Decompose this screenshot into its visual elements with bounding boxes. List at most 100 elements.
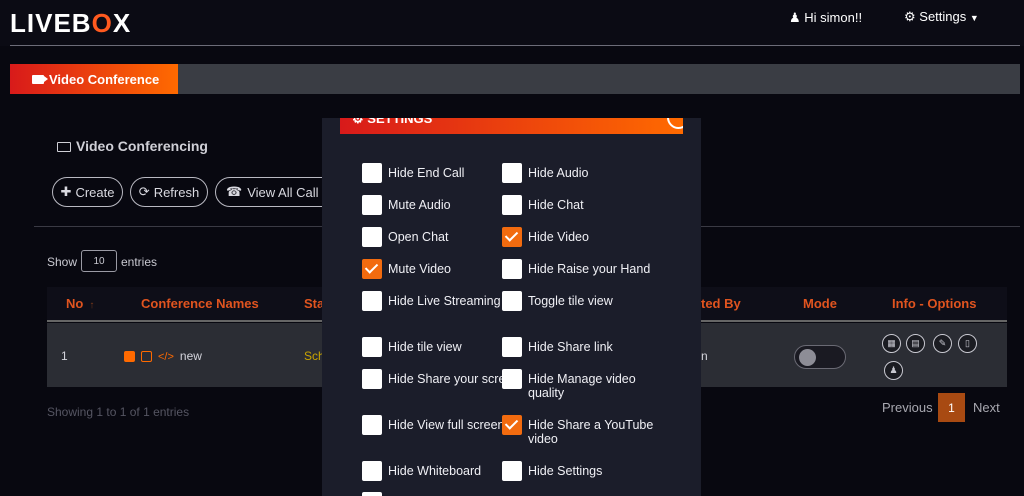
checkbox[interactable] bbox=[502, 163, 522, 183]
checkbox[interactable] bbox=[502, 337, 522, 357]
user-icon: ♟ bbox=[789, 10, 801, 25]
checkbox[interactable] bbox=[362, 195, 382, 215]
settings-option-label: Mute Video bbox=[388, 262, 452, 276]
checkbox[interactable] bbox=[362, 163, 382, 183]
settings-option-label: Hide Live Streaming bbox=[388, 294, 501, 308]
checkbox[interactable] bbox=[362, 337, 382, 357]
settings-option[interactable]: Hide Manage video quality bbox=[502, 369, 660, 400]
settings-option[interactable]: Hide Settings bbox=[502, 461, 660, 481]
settings-option[interactable]: Hide Live Streaming bbox=[362, 291, 520, 311]
column-header-created-by[interactable]: ted By bbox=[701, 296, 741, 311]
column-header-conference-names[interactable]: Conference Names bbox=[141, 296, 259, 311]
checkbox[interactable] bbox=[362, 415, 382, 435]
report-icon[interactable]: ▤ bbox=[906, 334, 925, 353]
create-button[interactable]: ✚ Create bbox=[52, 177, 123, 207]
caret-down-icon: ▼ bbox=[969, 13, 979, 23]
settings-option[interactable]: Mute Audio bbox=[362, 195, 520, 215]
gear-icon: ⚙ bbox=[904, 9, 916, 24]
checkbox[interactable] bbox=[502, 195, 522, 215]
settings-option[interactable]: Hide End Call bbox=[362, 163, 520, 183]
refresh-button[interactable]: ⟳ Refresh bbox=[130, 177, 208, 207]
edit-options-icon[interactable]: ✎ bbox=[933, 334, 952, 353]
entries-label: entries bbox=[121, 255, 158, 269]
settings-option[interactable]: Hide Video bbox=[502, 227, 660, 247]
settings-modal: ⚙ SETTINGS Hide End Call Hide Audio Mute A… bbox=[322, 118, 701, 496]
settings-menu[interactable]: ⚙ Settings ▼ bbox=[904, 9, 979, 25]
user-menu[interactable]: ♟ Hi simon!! bbox=[789, 10, 862, 26]
trash-icon[interactable]: ▯ bbox=[958, 334, 977, 353]
settings-option[interactable]: Hide tile view bbox=[362, 337, 520, 357]
user-options-icon[interactable]: ♟ bbox=[884, 361, 903, 380]
settings-option-label: Hide Share link bbox=[528, 340, 613, 354]
edit-icon[interactable] bbox=[124, 351, 135, 363]
toggle-knob bbox=[799, 349, 816, 366]
gears-icon: ⚙ bbox=[352, 118, 364, 126]
livebox-logo[interactable]: LIVEBOX bbox=[10, 8, 131, 39]
column-no-label: No bbox=[66, 296, 84, 311]
settings-option-label: Toggle tile view bbox=[528, 294, 613, 308]
checkbox[interactable] bbox=[502, 461, 522, 481]
pagination-page-1[interactable]: 1 bbox=[938, 393, 965, 422]
top-navbar: LIVEBOX ♟ Hi simon!! ⚙ Settings ▼ bbox=[0, 0, 1024, 46]
checkbox[interactable] bbox=[502, 291, 522, 311]
settings-option[interactable]: Hide Chat bbox=[502, 195, 660, 215]
settings-option[interactable]: Open Chat bbox=[362, 227, 520, 247]
settings-option[interactable]: Hide Share a YouTube video bbox=[502, 415, 660, 446]
checkbox[interactable] bbox=[502, 369, 522, 389]
settings-option[interactable]: Hide Whiteboard bbox=[362, 461, 520, 481]
checkbox[interactable] bbox=[362, 461, 382, 481]
settings-option-label: Open Chat bbox=[388, 230, 449, 244]
settings-option[interactable]: Hide Share your screen bbox=[362, 369, 520, 389]
settings-option-label: Hide Share a YouTube video bbox=[528, 418, 654, 446]
conference-name: new bbox=[179, 349, 202, 363]
settings-option[interactable]: Hide View full screen bbox=[362, 415, 520, 435]
checkbox-checked[interactable] bbox=[502, 415, 522, 435]
create-label: Create bbox=[75, 184, 115, 200]
pagination-next[interactable]: Next bbox=[973, 400, 1000, 415]
settings-title-text: SETTINGS bbox=[367, 118, 433, 126]
settings-option[interactable]: Hide Audio bbox=[502, 163, 660, 183]
plus-icon: ✚ bbox=[60, 184, 72, 199]
checkbox-checked[interactable] bbox=[362, 259, 382, 279]
settings-option-label: Hide Manage video quality bbox=[528, 372, 636, 400]
settings-option-label: Hide End Call bbox=[388, 166, 465, 180]
checkbox[interactable] bbox=[362, 291, 382, 311]
settings-option[interactable]: Mute Video bbox=[362, 259, 520, 279]
checkbox[interactable] bbox=[502, 259, 522, 279]
checkbox-checked[interactable] bbox=[502, 227, 522, 247]
checkbox[interactable] bbox=[362, 492, 382, 496]
sort-icon: ↑ bbox=[89, 300, 95, 311]
settings-option-label: Hide Settings bbox=[528, 464, 603, 478]
settings-option[interactable]: Hide Share link bbox=[502, 337, 660, 357]
settings-label: Settings bbox=[919, 9, 967, 24]
settings-option-label: Hide Whiteboard bbox=[388, 464, 482, 478]
settings-option[interactable]: Toggle tile view bbox=[502, 291, 660, 311]
settings-option-label: Hide Video bbox=[528, 230, 589, 244]
checkbox[interactable] bbox=[362, 369, 382, 389]
calendar-icon[interactable]: ▦ bbox=[882, 334, 901, 353]
settings-option-label: Hide Audio bbox=[528, 166, 589, 180]
show-label: Show bbox=[47, 255, 78, 269]
refresh-label: Refresh bbox=[153, 184, 200, 200]
copy-icon[interactable] bbox=[141, 351, 152, 363]
pagination-previous[interactable]: Previous bbox=[882, 400, 933, 415]
settings-option[interactable]: Hide Raise your Hand bbox=[502, 259, 660, 279]
monitor-icon bbox=[57, 142, 71, 152]
column-header-no[interactable]: No ↑ bbox=[66, 296, 94, 311]
tab-bar: Video Conference bbox=[10, 64, 1020, 94]
page-title-text: Video Conferencing bbox=[76, 138, 208, 154]
column-header-mode[interactable]: Mode bbox=[803, 296, 837, 311]
settings-option-label: Mute Audio bbox=[388, 198, 451, 212]
settings-option-label: Hide View full screen bbox=[388, 418, 505, 432]
settings-modal-header: ⚙ SETTINGS bbox=[340, 118, 683, 134]
page-size-select[interactable]: 10 bbox=[81, 250, 117, 272]
settings-option-label: Hide Raise your Hand bbox=[528, 262, 651, 276]
mode-toggle[interactable] bbox=[794, 345, 846, 369]
checkbox[interactable] bbox=[362, 227, 382, 247]
close-icon[interactable] bbox=[667, 118, 683, 129]
settings-option-label: Hide tile view bbox=[388, 340, 462, 354]
settings-option-label: Hide Chat bbox=[528, 198, 584, 212]
refresh-icon: ⟳ bbox=[138, 184, 150, 199]
code-icon[interactable]: </> bbox=[158, 351, 174, 363]
tab-video-conference[interactable]: Video Conference bbox=[10, 64, 178, 94]
